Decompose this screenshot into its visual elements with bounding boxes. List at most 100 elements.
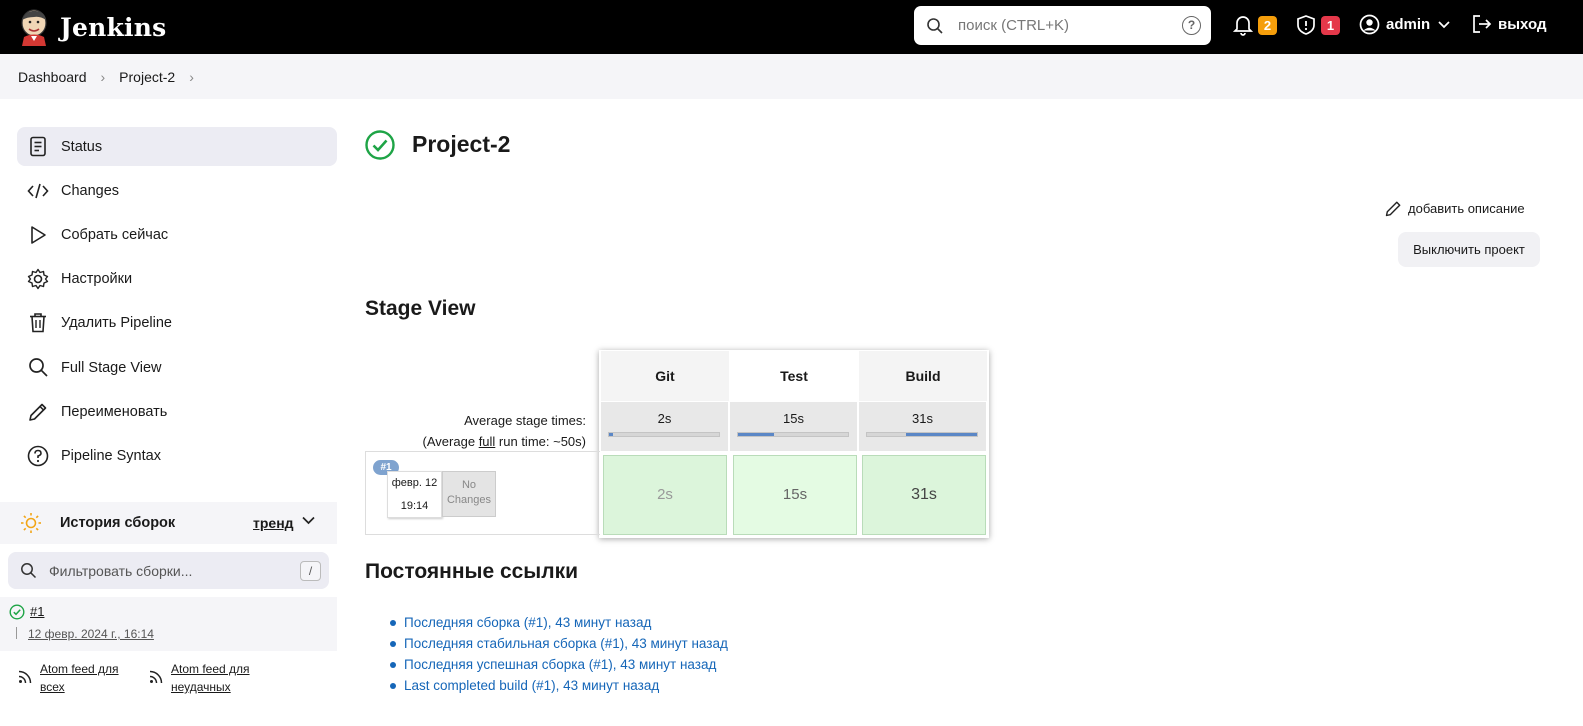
- no-changes-line: Changes: [446, 494, 492, 506]
- stage-avg-progress-fill: [905, 433, 977, 436]
- logout-icon: [1473, 15, 1492, 33]
- logout-button[interactable]: выход: [1471, 14, 1547, 34]
- run-date-box[interactable]: февр. 12 19:14: [387, 471, 442, 518]
- permalink-last-build[interactable]: Последняя сборка (#1), 43 минут назад: [404, 612, 651, 633]
- bullet: [390, 682, 396, 689]
- avg-full-link[interactable]: full: [479, 434, 496, 449]
- sidebar-item-status[interactable]: Status: [17, 127, 337, 166]
- sidebar-item-delete[interactable]: Удалить Pipeline: [17, 303, 337, 342]
- build-number-link[interactable]: #1: [30, 604, 44, 619]
- weather-sunny-icon: [21, 513, 41, 533]
- stage-cell-test[interactable]: 15s: [733, 455, 857, 535]
- stage-header-test: Test: [730, 351, 858, 401]
- trash-icon: [27, 312, 49, 334]
- sidebar-item-label: Переименовать: [61, 403, 168, 420]
- play-icon: [27, 224, 49, 246]
- rss-icon: [149, 670, 163, 684]
- security-button[interactable]: 1: [1296, 14, 1340, 36]
- notifications-button[interactable]: 2: [1233, 14, 1277, 36]
- bullet: [390, 640, 396, 647]
- stage-avg-progress-fill: [609, 433, 614, 436]
- stage-avg-git: 2s: [601, 402, 728, 451]
- add-description-link[interactable]: добавить описание: [1385, 200, 1525, 217]
- permalink-last-completed[interactable]: Last completed build (#1), 43 минут наза…: [404, 675, 659, 696]
- gear-icon: [27, 268, 49, 290]
- search-box[interactable]: поиск (CTRL+K) ?: [914, 6, 1211, 45]
- build-history-row[interactable]: #1 12 февр. 2024 г., 16:14: [0, 597, 337, 651]
- stage-cell-git[interactable]: 2s: [603, 455, 727, 535]
- breadcrumb-project[interactable]: Project-2: [119, 69, 175, 85]
- breadcrumb-dashboard[interactable]: Dashboard: [18, 69, 87, 85]
- permalink-last-stable[interactable]: Последняя стабильная сборка (#1), 43 мин…: [404, 633, 728, 654]
- feed-label: Atom feed для: [40, 662, 119, 676]
- build-filter[interactable]: Фильтровать сборки... /: [8, 552, 329, 589]
- jenkins-logo-link[interactable]: Jenkins: [18, 8, 166, 46]
- run-time: 19:14: [400, 500, 429, 512]
- avg-stage-times-text: Average stage times:: [464, 413, 586, 428]
- filter-shortcut-key: /: [300, 561, 321, 581]
- pencil-icon: [1385, 201, 1401, 217]
- sidebar-item-label: Pipeline Syntax: [61, 447, 161, 464]
- sidebar-item-full-stage-view[interactable]: Full Stage View: [17, 348, 337, 387]
- sidebar-item-build-now[interactable]: Собрать сейчас: [17, 215, 337, 254]
- sidebar-item-pipeline-syntax[interactable]: Pipeline Syntax: [17, 436, 337, 475]
- stage-avg-time: 15s: [783, 411, 804, 426]
- build-date-link[interactable]: 12 февр. 2024 г., 16:14: [28, 627, 154, 641]
- pencil-icon: [27, 401, 49, 423]
- stage-avg-progress: [608, 432, 720, 437]
- sidebar-item-label: Full Stage View: [61, 359, 162, 376]
- stage-avg-progress: [866, 432, 978, 437]
- build-filter-input[interactable]: Фильтровать сборки...: [49, 563, 192, 579]
- bullet: [390, 661, 396, 668]
- permalink-last-successful[interactable]: Последняя успешная сборка (#1), 43 минут…: [404, 654, 716, 675]
- run-date: февр. 12: [391, 477, 438, 489]
- breadcrumb: Dashboard › Project-2 ›: [0, 54, 1583, 99]
- build-history-header: История сборок тренд: [0, 502, 337, 544]
- user-name: admin: [1386, 16, 1431, 33]
- no-changes-line: No: [461, 479, 477, 491]
- sidebar-item-changes[interactable]: Changes: [17, 171, 337, 210]
- rss-icon: [18, 670, 32, 684]
- stage-cell-build[interactable]: 31s: [862, 455, 986, 535]
- trend-link[interactable]: тренд: [253, 515, 294, 531]
- help-icon: [27, 445, 49, 467]
- search-input[interactable]: поиск (CTRL+K): [958, 17, 1069, 34]
- bullet: [390, 619, 396, 626]
- feed-label: неудачных: [171, 680, 231, 694]
- stage-avg-progress-fill: [738, 433, 775, 436]
- top-header: Jenkins поиск (CTRL+K) ? 2 1 admin выход: [0, 0, 1583, 54]
- avg-full-suffix: run time: ~50s): [495, 434, 586, 449]
- breadcrumb-separator-icon: ›: [100, 68, 106, 85]
- stage-header-git: Git: [601, 351, 729, 401]
- user-icon: [1359, 14, 1380, 35]
- logout-label: выход: [1498, 15, 1547, 33]
- sidebar-item-rename[interactable]: Переименовать: [17, 392, 337, 431]
- feed-label: всех: [40, 680, 65, 694]
- success-check-icon: [9, 604, 25, 620]
- chevron-down-icon[interactable]: [302, 516, 315, 525]
- permalinks-list: Последняя сборка (#1), 43 минут назад По…: [390, 612, 728, 696]
- user-menu[interactable]: admin: [1359, 14, 1450, 35]
- add-description-label: добавить описание: [1408, 201, 1525, 216]
- feed-label: Atom feed для: [171, 662, 250, 676]
- atom-feed-failed-link[interactable]: Atom feed для неудачных: [149, 660, 250, 696]
- stage-avg-time: 31s: [912, 411, 933, 426]
- list-item: Last completed build (#1), 43 минут наза…: [390, 675, 728, 696]
- search-icon: [927, 17, 943, 34]
- sidebar-item-label: Changes: [61, 182, 120, 199]
- search-icon: [21, 563, 37, 579]
- bell-icon: [1233, 16, 1253, 36]
- permalinks-heading: Постоянные ссылки: [365, 560, 579, 583]
- atom-feed-all-link[interactable]: Atom feed для всех: [18, 660, 119, 696]
- search-help-icon[interactable]: ?: [1182, 16, 1201, 35]
- disable-project-button[interactable]: Выключить проект: [1398, 232, 1540, 267]
- list-item: Последняя сборка (#1), 43 минут назад: [390, 612, 728, 633]
- sidebar-item-label: Собрать сейчас: [61, 226, 169, 243]
- shield-icon: [1297, 15, 1315, 35]
- sidebar-item-configure[interactable]: Настройки: [17, 259, 337, 298]
- run-no-changes: No Changes: [442, 471, 496, 517]
- stage-header-build: Build: [859, 351, 987, 401]
- code-icon: [27, 180, 49, 202]
- breadcrumb-separator-icon[interactable]: ›: [189, 69, 194, 85]
- stage-view-heading: Stage View: [365, 297, 476, 320]
